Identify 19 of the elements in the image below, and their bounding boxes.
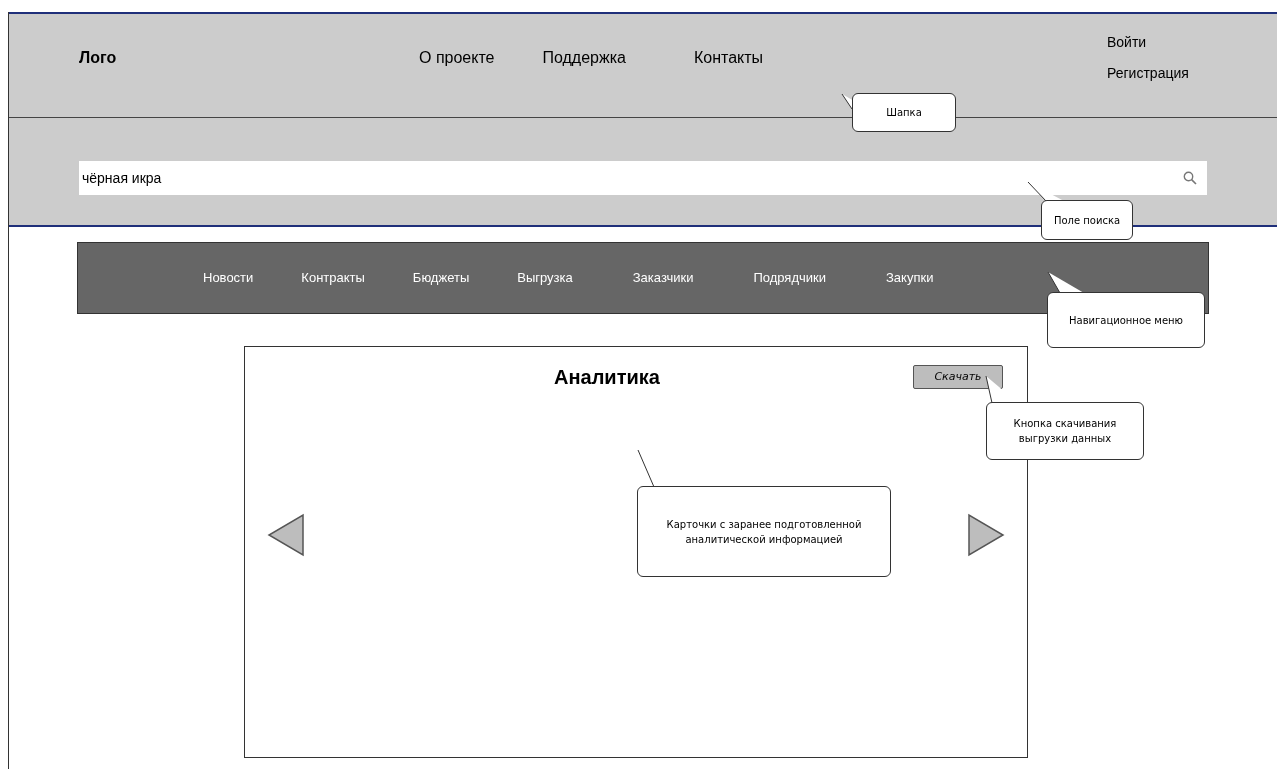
search-icon[interactable]	[1183, 171, 1197, 185]
nav-item[interactable]: Новости	[203, 268, 254, 288]
nav-item[interactable]: Заказчики	[632, 268, 694, 288]
header-link[interactable]: О проекте	[419, 46, 495, 70]
auth-link[interactable]: Регистрация	[1107, 63, 1207, 84]
previous-arrow-icon[interactable]	[267, 513, 305, 557]
nav-item[interactable]: Бюджеты	[412, 268, 470, 288]
nav-item[interactable]: Подрядчики	[753, 268, 826, 288]
callout-note: Шапка	[852, 93, 956, 132]
auth-link[interactable]: Войти	[1107, 32, 1207, 53]
header-link[interactable]: Контакты	[693, 46, 764, 70]
next-arrow-icon[interactable]	[967, 513, 1005, 557]
card-title: Аналитика	[554, 365, 661, 390]
nav-item[interactable]: Закупки	[886, 268, 934, 288]
header-link[interactable]: Поддержка	[542, 46, 626, 70]
logo[interactable]: Лого	[79, 46, 419, 70]
nav-item[interactable]: Контракты	[301, 268, 365, 288]
download-button[interactable]: Скачать	[913, 365, 1003, 389]
nav-item[interactable]: Выгрузка	[517, 268, 573, 288]
